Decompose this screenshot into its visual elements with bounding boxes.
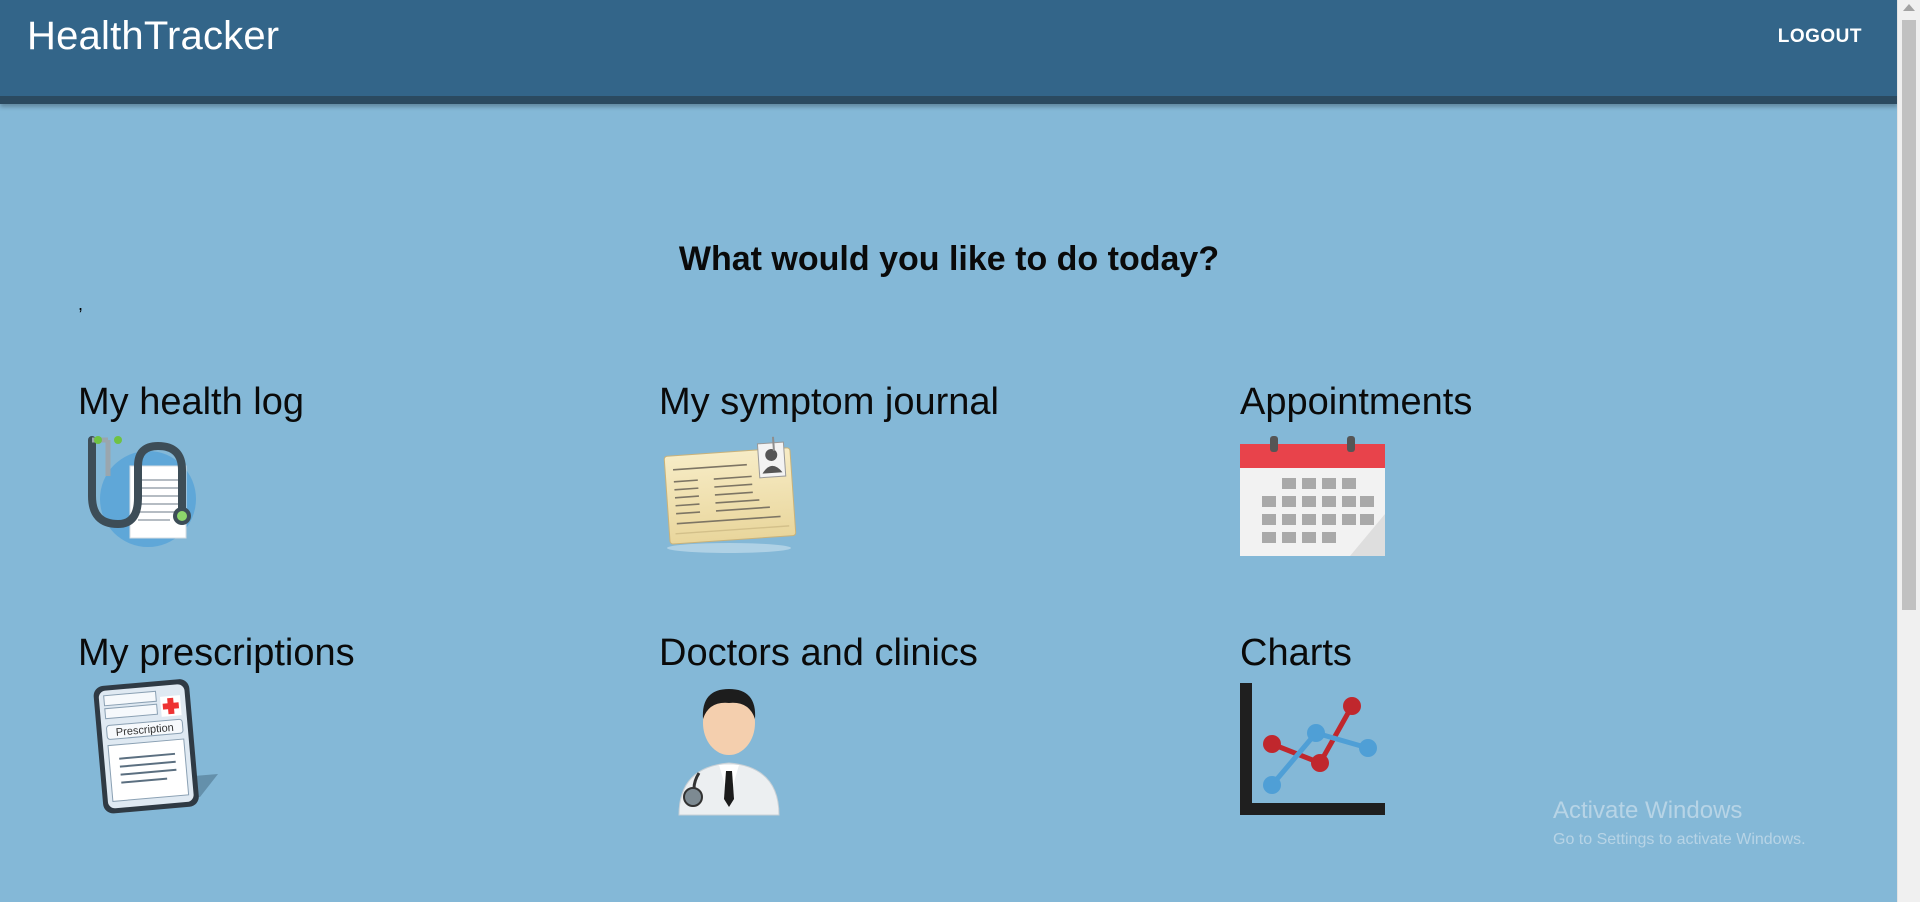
stray-text: ,: [78, 294, 84, 314]
tile-label: Doctors and clinics: [659, 632, 978, 674]
tile-health-log[interactable]: My health log: [78, 381, 558, 556]
tile-label: My symptom journal: [659, 381, 999, 423]
page-heading: What would you like to do today?: [678, 240, 1220, 278]
tile-charts[interactable]: Charts: [1240, 632, 1720, 819]
prescription-clipboard-icon[interactable]: Prescription: [78, 679, 218, 814]
line-chart-icon[interactable]: [1240, 679, 1390, 819]
tile-label: My health log: [78, 381, 305, 423]
app-brand[interactable]: HealthTracker: [27, 14, 279, 59]
tile-appointments[interactable]: Appointments: [1240, 381, 1720, 556]
page: HealthTracker LOGOUT What would you like…: [0, 0, 1920, 902]
windows-activation-watermark: Activate Windows Go to Settings to activ…: [1553, 797, 1806, 849]
doctor-icon[interactable]: [659, 679, 799, 819]
watermark-title: Activate Windows: [1553, 797, 1743, 824]
tile-label: Charts: [1240, 632, 1352, 674]
scroll-thumb[interactable]: [1902, 20, 1916, 610]
stethoscope-document-icon[interactable]: [78, 436, 203, 556]
tile-doctors-clinics[interactable]: Doctors and clinics: [659, 632, 1139, 819]
tile-label: My prescriptions: [78, 632, 355, 674]
id-card-icon[interactable]: [659, 436, 799, 556]
scroll-up-arrow-icon[interactable]: [1903, 4, 1915, 11]
tile-label: Appointments: [1240, 381, 1473, 423]
watermark-subtitle: Go to Settings to activate Windows.: [1553, 831, 1806, 848]
tile-symptom-journal[interactable]: My symptom journal: [659, 381, 1139, 556]
tile-prescriptions[interactable]: My prescriptions Prescription: [78, 632, 558, 814]
calendar-icon[interactable]: [1240, 436, 1385, 556]
top-navbar: HealthTracker LOGOUT: [0, 0, 1898, 104]
logout-button[interactable]: LOGOUT: [1778, 26, 1862, 48]
vertical-scrollbar[interactable]: [1897, 0, 1920, 902]
